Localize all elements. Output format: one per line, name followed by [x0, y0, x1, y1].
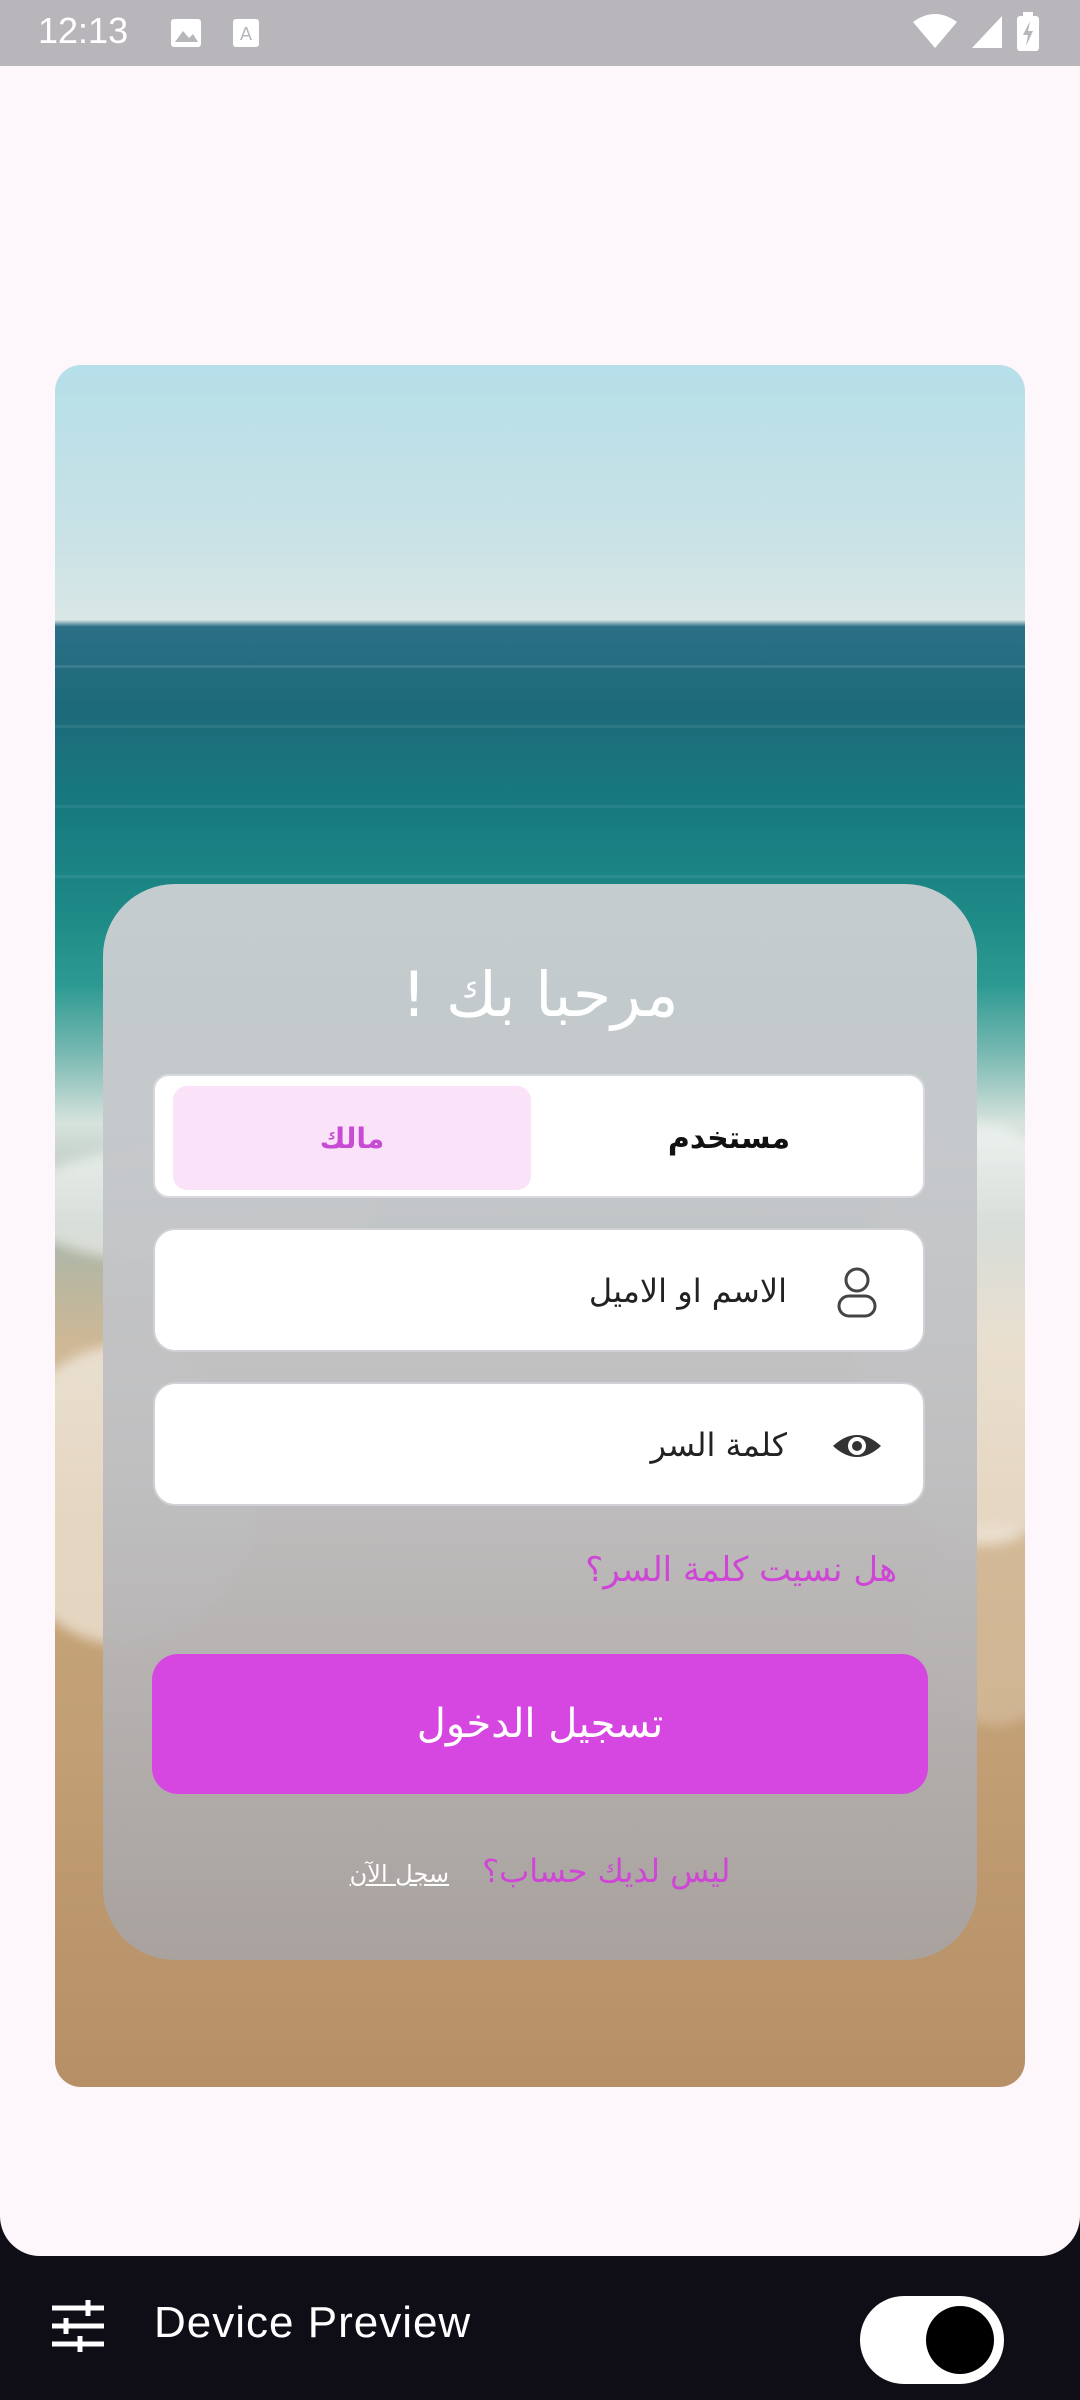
- account-type-selector: مالك مستخدم: [153, 1074, 925, 1198]
- app-screen: مرحبا بك ! مالك مستخدم هل نسيت كلمة السر…: [0, 66, 1080, 2256]
- battery-icon: [1017, 12, 1039, 51]
- password-input[interactable]: [185, 1384, 789, 1506]
- username-input[interactable]: [185, 1230, 789, 1352]
- person-icon: [837, 1267, 877, 1318]
- username-field-container: [153, 1228, 925, 1352]
- status-time: 12:13: [38, 10, 129, 51]
- device-preview-label: Device Preview: [154, 2298, 472, 2347]
- tune-settings-icon[interactable]: [50, 2298, 106, 2354]
- signup-row: ليس لديك حساب؟ سجل الآن: [103, 1852, 977, 1890]
- signal-icon: [972, 16, 1002, 48]
- status-bar: 12:13 A: [0, 0, 1080, 66]
- welcome-title: مرحبا بك !: [401, 958, 679, 1031]
- no-account-text: ليس لديك حساب؟: [482, 1852, 731, 1890]
- device-preview-bar: Device Preview: [0, 2256, 1080, 2400]
- segment-owner[interactable]: مالك: [173, 1086, 531, 1190]
- register-now-link[interactable]: سجل الآن: [350, 1860, 449, 1888]
- eye-icon[interactable]: [829, 1418, 885, 1474]
- login-panel: مرحبا بك ! مالك مستخدم هل نسيت كلمة السر…: [103, 884, 977, 1960]
- login-button[interactable]: تسجيل الدخول: [152, 1654, 928, 1794]
- wifi-icon: [913, 14, 957, 48]
- forgot-password-link[interactable]: هل نسيت كلمة السر؟: [585, 1550, 897, 1590]
- image-icon: [171, 19, 201, 47]
- password-field-container: [153, 1382, 925, 1506]
- toggle-knob: [926, 2306, 994, 2374]
- segment-user[interactable]: مستخدم: [549, 1086, 909, 1190]
- svg-text:A: A: [240, 24, 253, 45]
- text-box-icon: A: [233, 19, 259, 47]
- device-preview-toggle[interactable]: [860, 2296, 1004, 2384]
